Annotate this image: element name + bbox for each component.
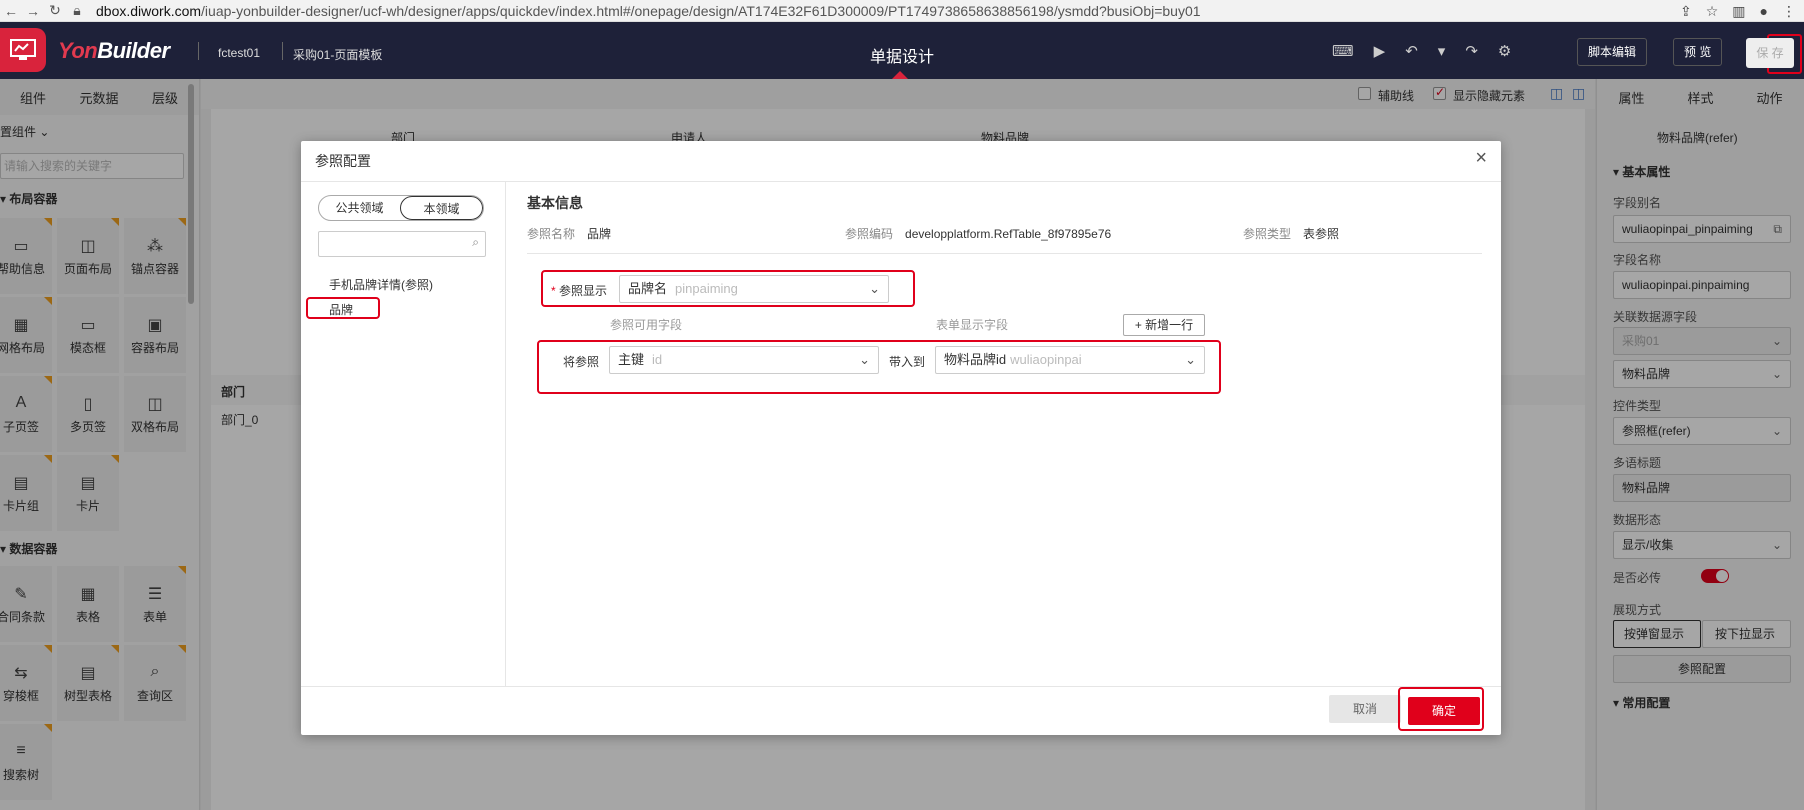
star-icon[interactable]: ☆: [1706, 3, 1719, 20]
divider: [301, 686, 1501, 687]
ref-tree-panel: 公共领域 本领域 ⌕ 手机品牌详情(参照) 品牌: [301, 181, 506, 686]
map-from-select[interactable]: 主键 id ⌄: [609, 346, 879, 374]
tree-item-phone-brand[interactable]: 手机品牌详情(参照): [329, 276, 433, 293]
app-name[interactable]: fctest01: [218, 46, 260, 60]
url-bar[interactable]: dbox.diwork.com/iuap-yonbuilder-designer…: [96, 3, 1201, 19]
page-name[interactable]: 采购01-页面模板: [293, 46, 382, 63]
divider: [527, 253, 1482, 254]
ref-type-row: 参照类型 表参照: [1243, 227, 1340, 241]
toolbar: ⌨ ▶ ↶ ▾ ↷ ⚙: [1332, 42, 1511, 60]
page-title: 单据设计: [870, 49, 935, 66]
tree-item-highlight: [306, 297, 380, 319]
public-domain-tab[interactable]: 公共领域: [319, 196, 400, 220]
settings-icon[interactable]: ⚙: [1498, 42, 1511, 60]
keyboard-icon[interactable]: ⌨: [1332, 42, 1354, 60]
chevron-down-icon: ⌄: [1185, 352, 1196, 367]
col-header-form: 表单显示字段: [936, 318, 1009, 332]
profile-icon[interactable]: ●: [1760, 3, 1768, 19]
ref-name-row: 参照名称 品牌: [527, 227, 612, 241]
ref-display-select[interactable]: 品牌名 pinpaiming ⌄: [619, 275, 889, 303]
ref-search-input[interactable]: ⌕: [318, 231, 486, 257]
title-indicator: [892, 71, 908, 79]
back-icon[interactable]: ←: [0, 3, 22, 19]
url-path: /iuap-yonbuilder-designer/ucf-wh/designe…: [201, 2, 1201, 19]
domain-switch: 公共领域 本领域: [318, 195, 484, 221]
section-basic-info: 基本信息: [527, 195, 583, 211]
cancel-button[interactable]: 取消: [1329, 695, 1401, 723]
url-domain: dbox.diwork.com: [96, 2, 202, 19]
divider: [198, 42, 199, 60]
browser-bar: ← → ↻ 🔒︎ dbox.diwork.com/iuap-yonbuilder…: [0, 0, 1804, 22]
redo-icon[interactable]: ↷: [1465, 42, 1478, 60]
chevron-down-icon: ⌄: [859, 352, 870, 367]
caret-down-icon[interactable]: ▾: [1438, 42, 1446, 60]
more-icon[interactable]: ⋮: [1782, 3, 1796, 20]
logo-icon: [0, 28, 46, 72]
app-header: YonBuilder fctest01 采购01-页面模板 单据设计 ⌨ ▶ ↶…: [0, 22, 1804, 79]
modal-title: 参照配置: [315, 153, 371, 169]
chevron-down-icon: ⌄: [869, 281, 880, 296]
ref-config-modal: 参照配置 × 公共领域 本领域 ⌕ 手机品牌详情(参照) 品牌 基本信息 参照名…: [301, 141, 1501, 735]
undo-icon[interactable]: ↶: [1405, 42, 1418, 60]
share-icon[interactable]: ⇪: [1680, 3, 1692, 20]
lock-icon: 🔒︎: [73, 2, 81, 18]
reload-icon[interactable]: ↻: [44, 2, 66, 19]
map-to-select[interactable]: 物料品牌id wuliaopinpai ⌄: [935, 346, 1205, 374]
close-icon[interactable]: ×: [1475, 147, 1487, 170]
play-icon[interactable]: ▶: [1374, 42, 1386, 60]
col-header-available: 参照可用字段: [610, 318, 683, 332]
sidebar-icon[interactable]: ▥: [1732, 3, 1745, 20]
brand-logo: YonBuilder: [58, 38, 170, 63]
map-to-label: 带入到: [889, 355, 926, 369]
forward-icon[interactable]: →: [22, 3, 44, 19]
preview-button[interactable]: 预 览: [1673, 38, 1723, 66]
add-row-button[interactable]: + 新增一行: [1123, 314, 1205, 336]
map-from-label: 将参照: [563, 355, 600, 369]
script-edit-button[interactable]: 脚本编辑: [1577, 38, 1648, 66]
divider: [282, 42, 283, 60]
confirm-button[interactable]: 确定: [1408, 697, 1480, 725]
ref-code-row: 参照编码 developplatform.RefTable_8f97895e76: [845, 227, 1112, 241]
ref-display-label: * 参照显示: [551, 284, 608, 298]
save-button[interactable]: 保 存: [1746, 38, 1794, 68]
local-domain-tab[interactable]: 本领域: [400, 196, 483, 220]
search-icon: ⌕: [472, 235, 479, 249]
